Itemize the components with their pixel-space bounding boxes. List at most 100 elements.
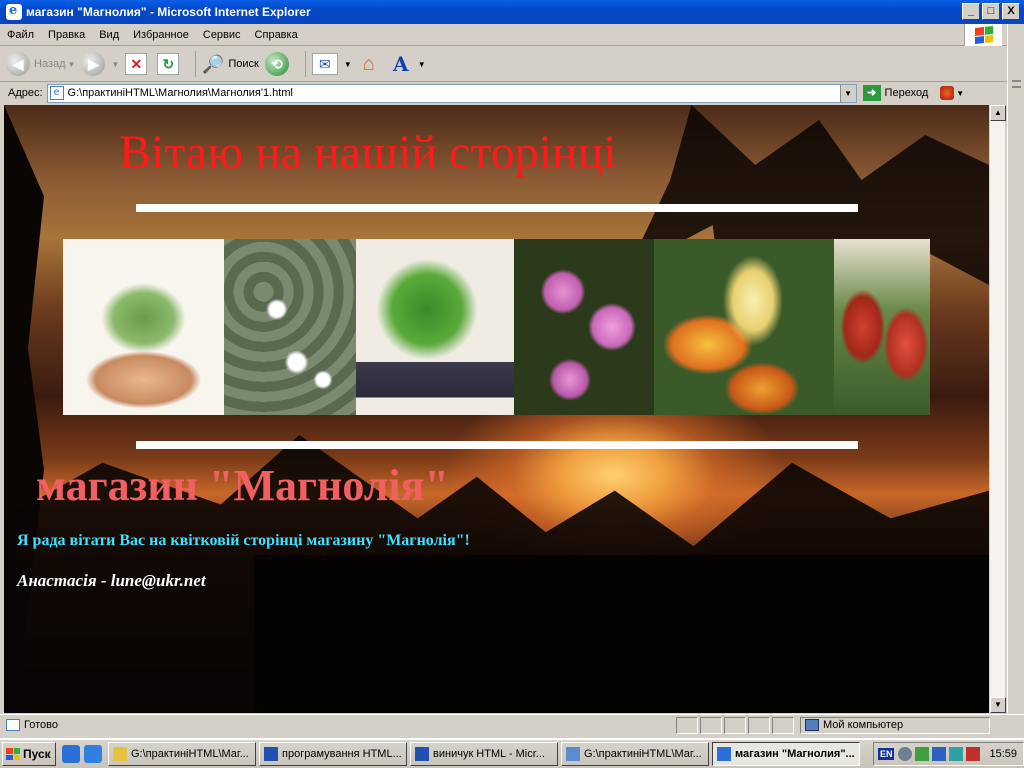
folder-icon — [113, 747, 127, 761]
system-tray: EN 15:59 — [872, 742, 1024, 766]
links-icon — [940, 86, 955, 100]
menu-bar: Файл Правка Вид Избранное Сервис Справка — [0, 24, 1007, 46]
ql-ie-icon[interactable] — [62, 745, 80, 763]
scroll-up-icon[interactable]: ▲ — [990, 105, 1006, 121]
page-content: Вітаю на нашій сторінці магазин "Магнолі… — [4, 105, 989, 713]
history-icon: ⟲ — [264, 52, 289, 76]
my-computer-icon — [805, 719, 819, 731]
task-explorer-2[interactable]: G:\практиніHTML\Маг... — [561, 742, 709, 766]
security-zone: Мой компьютер — [800, 716, 990, 734]
tray-app-icon[interactable] — [898, 747, 913, 761]
links-button[interactable]: ▼ — [940, 86, 964, 100]
history-button[interactable]: ⟲ — [264, 52, 293, 76]
mail-icon: ✉ — [311, 53, 338, 75]
windows-logo — [964, 24, 1002, 46]
font-size-dropdown-icon[interactable]: ▼ — [418, 60, 426, 69]
lithops-flowers-photo — [224, 239, 356, 415]
word-icon — [415, 747, 429, 761]
top-divider — [136, 204, 858, 212]
search-icon: 🔎 — [202, 53, 225, 74]
welcome-text: Я рада вітати Вас на квітковій сторінці … — [17, 532, 470, 549]
start-label: Пуск — [23, 747, 51, 761]
greeting-heading: Вітаю на нашій сторінці — [119, 126, 617, 179]
tray-check-icon[interactable] — [915, 747, 930, 761]
refresh-button[interactable]: ↻ — [157, 53, 183, 75]
task-word-2[interactable]: виничук HTML - Micr... — [410, 742, 558, 766]
font-size-icon: A — [393, 52, 409, 76]
stop-icon: ✕ — [125, 53, 148, 75]
menu-favorites[interactable]: Избранное — [126, 29, 196, 41]
minimize-button[interactable]: _ — [962, 3, 980, 20]
vertical-scrollbar[interactable]: ▲ ▼ — [989, 105, 1006, 713]
mail-dropdown-icon[interactable]: ▼ — [344, 60, 352, 69]
window-titlebar[interactable]: магазин "Магнолия" - Microsoft Internet … — [0, 0, 1024, 24]
scroll-down-icon[interactable]: ▼ — [990, 697, 1006, 713]
status-bar: Готово Мой компьютер — [0, 714, 1024, 735]
back-dropdown-icon[interactable]: ▼ — [68, 60, 76, 69]
author-contact: Анастасія - lune@ukr.net — [17, 571, 206, 590]
back-arrow-icon: ◀ — [6, 52, 30, 76]
standard-toolbar: ◀ Назад ▼ ▶ ▼ ✕ ↻ 🔎 Поиск ⟲ ✉ ▼ ⌂ A ▼ — [0, 47, 1007, 82]
flower-photo-strip — [63, 239, 930, 415]
slipper-orchid-photo — [654, 239, 834, 415]
home-button[interactable]: ⌂ — [358, 53, 384, 75]
close-button[interactable]: X — [1002, 3, 1020, 20]
toolbar-edge — [1007, 24, 1024, 714]
font-size-button[interactable]: A ▼ — [390, 52, 426, 76]
menu-file[interactable]: Файл — [0, 29, 41, 41]
address-bar: Адрес: e G:\практиніHTML\Магнолия\Магнол… — [0, 82, 1007, 104]
refresh-icon: ↻ — [157, 53, 180, 75]
zone-label: Мой компьютер — [823, 719, 904, 731]
stop-button[interactable]: ✕ — [125, 53, 151, 75]
task-explorer-1[interactable]: G:\практиніHTML\Маг... — [108, 742, 256, 766]
bromeliad-photo — [834, 239, 930, 415]
address-dropdown-icon[interactable]: ▼ — [839, 84, 856, 102]
menu-help[interactable]: Справка — [248, 29, 305, 41]
start-button[interactable]: Пуск — [2, 742, 56, 766]
status-page-icon — [6, 719, 20, 731]
search-label: Поиск — [228, 58, 259, 70]
tray-sync-icon[interactable] — [949, 747, 964, 761]
windows-flag-icon — [974, 26, 993, 44]
search-button[interactable]: 🔎 Поиск — [202, 53, 259, 75]
window-title: магазин "Магнолия" - Microsoft Internet … — [26, 5, 311, 19]
go-label: Переход — [884, 87, 929, 99]
start-flag-icon — [6, 748, 20, 760]
task-word-1[interactable]: програмування HTML... — [259, 742, 407, 766]
word-icon — [264, 747, 278, 761]
task-ie-active[interactable]: магазин "Магнолия"... — [712, 742, 860, 766]
folder-window-icon — [566, 747, 580, 761]
cactus-bowl-photo — [63, 239, 224, 415]
home-icon: ⌂ — [362, 52, 375, 75]
potted-plant-photo — [356, 239, 514, 415]
links-dropdown-icon[interactable]: ▼ — [956, 89, 964, 98]
ie-icon — [717, 747, 731, 761]
address-url: G:\практиніHTML\Магнолия\Магнолия'1.html — [67, 87, 293, 99]
address-input[interactable]: e G:\практиніHTML\Магнолия\Магнолия'1.ht… — [46, 83, 857, 103]
ie-icon — [6, 3, 22, 20]
page-icon: e — [49, 86, 64, 100]
forward-dropdown-icon[interactable]: ▼ — [111, 60, 119, 69]
mail-button[interactable]: ✉ ▼ — [311, 53, 352, 75]
forward-button[interactable]: ▶ ▼ — [81, 52, 119, 76]
shop-title: магазин "Магнолія" — [36, 461, 449, 510]
clock: 15:59 — [989, 748, 1017, 760]
ql-outlook-icon[interactable] — [84, 745, 102, 763]
address-label: Адрес: — [8, 87, 43, 99]
pink-orchid-photo — [514, 239, 654, 415]
menu-view[interactable]: Вид — [92, 29, 126, 41]
menu-tools[interactable]: Сервис — [196, 29, 248, 41]
status-text: Готово — [24, 719, 58, 731]
language-indicator[interactable]: EN — [877, 748, 895, 760]
taskbar: Пуск G:\практиніHTML\Маг... програмуванн… — [0, 738, 1024, 768]
menu-edit[interactable]: Правка — [41, 29, 92, 41]
forward-arrow-icon: ▶ — [81, 52, 106, 76]
go-button[interactable]: ➜ Переход — [862, 85, 929, 101]
maximize-button[interactable]: □ — [982, 3, 1000, 20]
bottom-divider — [136, 441, 858, 449]
tray-antivirus-icon[interactable] — [966, 747, 981, 761]
go-arrow-icon: ➜ — [862, 85, 881, 101]
quick-launch — [62, 745, 102, 763]
tray-network-icon[interactable] — [932, 747, 947, 761]
back-button[interactable]: ◀ Назад ▼ — [6, 52, 75, 76]
